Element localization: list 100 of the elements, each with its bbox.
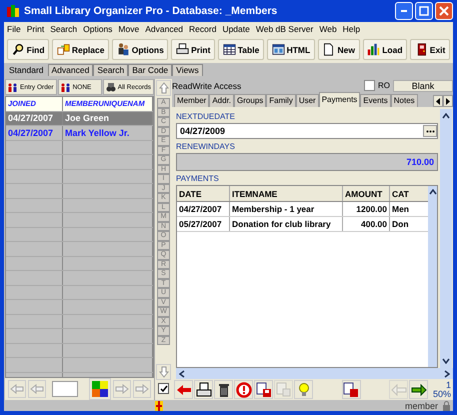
printer-icon [176,43,190,56]
window-title: Small Library Organizer Pro - Database: _Members [24,5,278,17]
splitter-icon [155,400,163,410]
table-cell: 04/27/2007 [177,202,230,216]
record-count: 1 [446,380,452,390]
table-cell: 1200.00 [343,202,390,216]
menu-item[interactable]: Advanced [145,24,184,34]
field-label: RENEWINDAYS [176,142,236,151]
table-cell: 04/27/2007 [6,126,63,140]
check-icon [160,384,168,392]
column-header[interactable]: DATE [177,186,230,201]
tab-scroll-right-button[interactable] [443,95,453,107]
picker-button[interactable] [423,125,437,137]
alert-icon [236,382,252,398]
menu-item[interactable]: Web [319,24,337,34]
menu-item[interactable]: Search [50,24,78,34]
next-button[interactable] [409,380,428,399]
table-cell-text: Men [391,203,410,216]
toolbar-button[interactable]: Replace [52,39,110,60]
list-row[interactable]: 04/27/2007 Joe Green [6,112,153,126]
table-icon [222,43,236,56]
vertical-scrollbar[interactable] [428,186,437,367]
vertical-scrollbar[interactable] [440,109,452,368]
printer-icon [196,382,212,398]
toolbar-button[interactable]: HTML [266,39,315,60]
people-icon [60,82,71,92]
close-button[interactable] [435,2,453,20]
table-cell: 04/27/2007 [6,112,63,125]
search-icon [12,43,25,56]
view-tab[interactable]: Advanced [48,64,94,76]
chevron-up-icon [428,189,436,195]
menu-item[interactable]: Record [189,24,216,34]
first-button[interactable] [8,380,26,398]
close-icon [439,6,449,16]
menu-item[interactable]: Print [26,24,44,34]
menu-item[interactable]: File [7,24,21,34]
record-tab[interactable]: Notes [390,94,418,107]
field-label: NEXTDUEDATE [176,112,236,121]
minimize-button[interactable] [395,2,413,20]
table-cell: Joe Green [63,112,153,125]
checkbox[interactable] [158,383,169,394]
people-icon [8,82,18,92]
document-icon [322,43,336,56]
list-row[interactable]: 04/27/2007 Mark Yellow Jr. [6,126,153,140]
record-tab[interactable]: Events [360,94,391,107]
menu-item[interactable]: Help [342,24,360,34]
triangle-right-icon [445,98,451,104]
column-header[interactable]: AMOUNT [343,186,390,201]
save-icon [343,382,359,398]
toolbar-button[interactable]: Table [218,39,264,60]
record-field[interactable] [52,381,78,397]
lock-icon [442,400,451,410]
menu-item[interactable]: Move [118,24,140,34]
toolbar-button[interactable]: Load [362,39,408,60]
ro-checkbox[interactable] [364,80,375,91]
view-tab[interactable]: Search [93,64,128,76]
chevron-left-icon [179,370,185,378]
record-tab[interactable]: Groups [234,94,266,107]
previous-button[interactable] [28,380,46,398]
grid-button[interactable] [89,378,111,400]
toolbar-button[interactable]: Options [112,39,168,60]
table-cell: 400.00 [343,217,390,231]
view-tab[interactable]: Bar Code [128,64,172,76]
section-label: PAYMENTS [176,174,220,183]
bar-chart-icon [367,43,380,56]
ro-label: RO [378,81,390,90]
horizontal-scrollbar[interactable] [176,368,453,379]
window-icon [272,43,285,56]
toolbar-button[interactable]: Find [7,39,50,60]
user-name: member [404,400,438,410]
view-tab[interactable]: Views [172,64,203,76]
people-icon [116,43,130,56]
blank-button[interactable]: Blank [393,80,453,92]
triangle-left-icon [435,98,441,104]
last-button[interactable] [133,380,151,398]
record-tab[interactable]: User [296,94,319,107]
record-tab[interactable]: Addr. [209,94,234,107]
save-icon [256,382,272,398]
toolbar-button[interactable]: New [318,39,360,60]
maximize-button[interactable] [415,2,433,20]
table-cell-text: Don [391,218,410,231]
table-cell: Donation for club library [230,217,343,231]
toolbar-button[interactable]: Print [171,39,216,60]
column-header[interactable]: CAT [390,186,428,201]
date-field[interactable]: 04/27/2009 [176,123,438,139]
column-header[interactable]: ITEMNAME [230,186,343,201]
tab-scroll-left-button[interactable] [433,95,443,107]
chevron-right-icon [444,370,450,378]
menu-item[interactable]: Options [83,24,112,34]
menu-item[interactable]: Update [222,24,250,34]
zoom-level: 50% [433,390,452,398]
table-cell: Membership - 1 year [230,202,343,216]
record-tab[interactable]: Payments [318,92,360,107]
record-tab[interactable]: Member [174,94,210,107]
toolbar-button[interactable]: Exit [410,39,450,60]
ellipsis-icon [426,130,434,132]
scroll-up-button[interactable] [156,80,171,96]
record-tab[interactable]: Family [266,94,296,107]
menu-item[interactable]: Web dB Server [256,24,314,34]
minimize-icon [401,10,407,12]
